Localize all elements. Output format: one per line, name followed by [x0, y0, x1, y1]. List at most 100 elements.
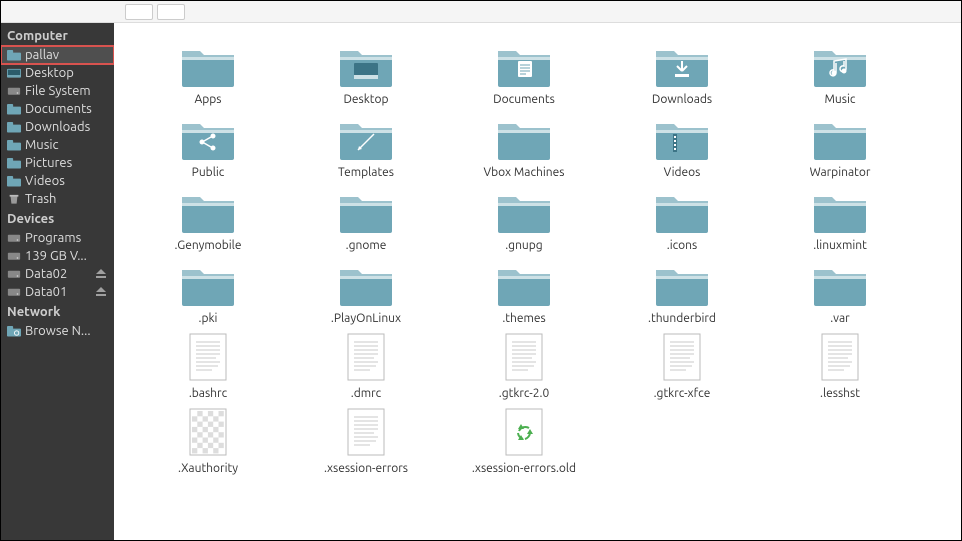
docs-icon	[7, 104, 21, 115]
toolbar-button[interactable]	[125, 4, 153, 20]
grid-item-themes[interactable]: .themes	[454, 262, 594, 325]
grid-item-label: .l	[934, 239, 961, 252]
eject-icon[interactable]	[94, 267, 108, 281]
grid-item-gnome[interactable]: .gnome	[296, 189, 436, 252]
sidebar-item-desktop[interactable]: Desktop	[1, 64, 114, 82]
grid-item-label: .gtkrc-2.0	[460, 387, 588, 400]
text-file-icon	[818, 331, 862, 383]
grid-item-label: .xsession-errors	[302, 462, 430, 475]
sidebar-item-documents[interactable]: Documents	[1, 100, 114, 118]
sidebar-item-label: Documents	[25, 102, 92, 116]
text-file-icon	[186, 331, 230, 383]
grid-item-desktop[interactable]: Desktop	[296, 43, 436, 106]
grid-item-dot-w[interactable]: .w	[928, 262, 961, 325]
sidebar: ComputerpallavDesktopFile SystemDocument…	[1, 23, 114, 540]
text-file-icon	[502, 331, 546, 383]
folder-icon	[812, 116, 868, 162]
grid-item-downloads[interactable]: Downloads	[612, 43, 752, 106]
grid-item-xsession-errors-old[interactable]: .xsession-errors.old	[454, 410, 594, 475]
grid-item-bashrc[interactable]: .bashrc	[138, 335, 278, 400]
grid-item-gtkrc20[interactable]: .gtkrc-2.0	[454, 335, 594, 400]
grid-item-label: .Genymobile	[144, 239, 272, 252]
grid-item-xsession-errors[interactable]: .xsession-errors	[296, 410, 436, 475]
sidebar-item-label: Downloads	[25, 120, 90, 134]
sidebar-item-label: File System	[25, 84, 91, 98]
grid-item-label: Desktop	[302, 93, 430, 106]
grid-item-warpinator[interactable]: Warpinator	[770, 116, 910, 179]
sidebar-item-data01[interactable]: Data01	[1, 283, 114, 301]
grid-item-gtkrc-xfce[interactable]: .gtkrc-xfce	[612, 335, 752, 400]
folder-icon	[496, 116, 552, 162]
grid-item-label: .bashrc	[144, 387, 272, 400]
sidebar-item-downloads[interactable]: Downloads	[1, 118, 114, 136]
folder-icon	[180, 116, 236, 162]
sidebar-item-label: Videos	[25, 174, 65, 188]
binary-file-icon	[186, 406, 230, 458]
grid-item-lesshst[interactable]: .lesshst	[770, 335, 910, 400]
sidebar-section-header: Devices	[1, 208, 114, 229]
recycle-file-icon	[502, 406, 546, 458]
grid-item-label: Documents	[460, 93, 588, 106]
grid-item-genymobile[interactable]: .Genymobile	[138, 189, 278, 252]
grid-item-videos[interactable]: Videos	[612, 116, 752, 179]
sidebar-item-label: Pictures	[25, 156, 72, 170]
grid-item-thunderbird[interactable]: .thunderbird	[612, 262, 752, 325]
grid-item-playonlinux[interactable]: .PlayOnLinux	[296, 262, 436, 325]
eject-icon[interactable]	[94, 285, 108, 299]
grid-item-vbox[interactable]: Vbox Machines	[454, 116, 594, 179]
sidebar-item-browse-network[interactable]: Browse N...	[1, 322, 114, 340]
grid-item-linss[interactable]: .linss	[928, 335, 961, 400]
grid-item-label: .Xauthority	[144, 462, 272, 475]
grid-item-photos[interactable]: Phot	[928, 43, 961, 106]
grid-item-music[interactable]: Music	[770, 43, 910, 106]
grid-item-label: .gnome	[302, 239, 430, 252]
grid-item-label: .gtkrc-xfce	[618, 387, 746, 400]
sidebar-item-trash[interactable]: Trash	[1, 190, 114, 208]
grid-item-pki[interactable]: .pki	[138, 262, 278, 325]
grid-item-label: Templates	[302, 166, 430, 179]
folder-icon	[180, 43, 236, 89]
grid-item-dmrc[interactable]: .dmrc	[296, 335, 436, 400]
grid-item-templates[interactable]: Templates	[296, 116, 436, 179]
sidebar-item-filesystem[interactable]: File System	[1, 82, 114, 100]
desktop-icon	[7, 68, 21, 79]
sidebar-item-label: Programs	[25, 231, 81, 245]
drive-icon	[7, 233, 21, 244]
sidebar-item-label: pallav	[25, 48, 59, 62]
grid-item-label: .var	[776, 312, 904, 325]
sidebar-item-label: Browse N...	[25, 324, 91, 338]
folder-icon	[338, 262, 394, 308]
grid-item-apps[interactable]: Apps	[138, 43, 278, 106]
music-icon	[7, 140, 21, 151]
downloads-icon	[7, 122, 21, 133]
sidebar-item-music[interactable]: Music	[1, 136, 114, 154]
grid-item-dot-le[interactable]: .l	[928, 189, 961, 252]
grid-item-public[interactable]: Public	[138, 116, 278, 179]
sidebar-item-pictures[interactable]: Pictures	[1, 154, 114, 172]
toolbar-button[interactable]	[157, 4, 185, 20]
grid-item-label: .gnupg	[460, 239, 588, 252]
folder-icon	[812, 189, 868, 235]
grid-item-label: Music	[776, 93, 904, 106]
sidebar-item-139gb[interactable]: 139 GB V...	[1, 247, 114, 265]
grid-item-documents[interactable]: Documents	[454, 43, 594, 106]
grid-item-gnupg[interactable]: .gnupg	[454, 189, 594, 252]
folder-icon	[654, 116, 710, 162]
pictures-icon	[7, 158, 21, 169]
grid-item-xauthority[interactable]: .Xauthority	[138, 410, 278, 475]
drive-icon	[7, 287, 21, 298]
drive-icon	[7, 269, 21, 280]
sidebar-item-label: 139 GB V...	[25, 249, 87, 263]
grid-item-icons[interactable]: .icons	[612, 189, 752, 252]
grid-item-linuxmint[interactable]: .linuxmint	[770, 189, 910, 252]
network-icon	[7, 326, 21, 337]
sidebar-item-home-pallav[interactable]: pallav	[1, 46, 114, 64]
drive-icon	[7, 86, 21, 97]
sidebar-item-programs[interactable]: Programs	[1, 229, 114, 247]
grid-item-var[interactable]: .var	[770, 262, 910, 325]
grid-item-label: Phot	[934, 93, 961, 106]
grid-item-dot-an[interactable]: .an	[928, 116, 961, 179]
sidebar-item-label: Desktop	[25, 66, 74, 80]
sidebar-item-data02[interactable]: Data02	[1, 265, 114, 283]
sidebar-item-videos[interactable]: Videos	[1, 172, 114, 190]
